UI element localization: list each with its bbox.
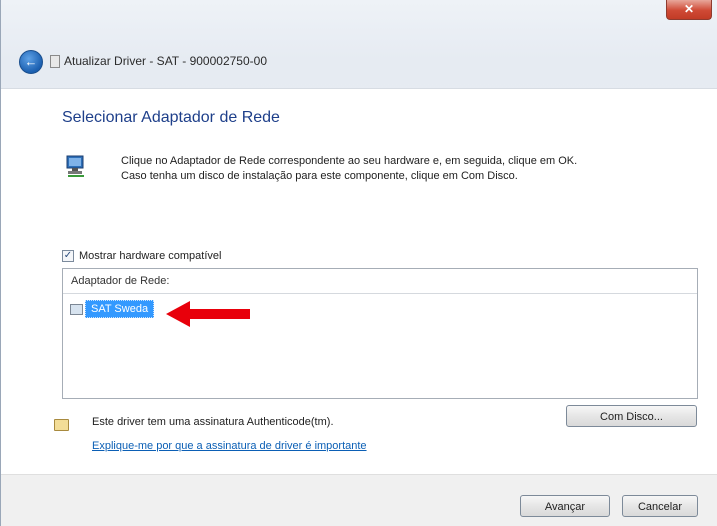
driver-icon [50, 55, 60, 68]
back-button[interactable]: ← [19, 50, 43, 74]
signature-info-link[interactable]: Explique-me por que a assinatura de driv… [92, 440, 367, 452]
page-title: Selecionar Adaptador de Rede [62, 109, 280, 126]
network-adapter-icon [66, 155, 84, 177]
show-compatible-hardware-row[interactable]: ✓ Mostrar hardware compatível [62, 250, 221, 262]
list-item[interactable]: SAT Sweda [70, 300, 155, 318]
annotation-arrow-icon [166, 301, 250, 327]
instructions-text: Clique no Adaptador de Rede corresponden… [121, 154, 577, 184]
dialog-footer: Avançar Cancelar [1, 474, 717, 526]
list-item-label: SAT Sweda [85, 300, 155, 318]
network-adapter-list[interactable]: Adaptador de Rede: SAT Sweda [62, 268, 698, 399]
close-icon: ✕ [683, 2, 695, 16]
cancel-button[interactable]: Cancelar [622, 495, 698, 517]
show-compatible-hardware-label: Mostrar hardware compatível [79, 250, 222, 262]
title-bar: ✕ [1, 0, 717, 28]
have-disk-button[interactable]: Com Disco... [566, 405, 697, 427]
certificate-icon [54, 419, 69, 431]
instructions-line-2: Caso tenha um disco de instalação para e… [121, 170, 518, 182]
network-card-icon [70, 303, 83, 315]
list-header: Adaptador de Rede: [63, 269, 697, 294]
driver-update-dialog: ✕ ← Atualizar Driver - SAT - 900002750-0… [0, 0, 717, 526]
instructions-line-1: Clique no Adaptador de Rede corresponden… [121, 155, 578, 167]
close-button[interactable]: ✕ [666, 0, 712, 20]
signature-status-text: Este driver tem uma assinatura Authentic… [92, 416, 334, 428]
dialog-title: Atualizar Driver - SAT - 900002750-00 [64, 54, 267, 68]
back-arrow-icon: ← [24, 54, 38, 69]
show-compatible-hardware-checkbox[interactable]: ✓ [62, 250, 74, 262]
next-button[interactable]: Avançar [520, 495, 610, 517]
navigation-bar: ← Atualizar Driver - SAT - 900002750-00 [1, 28, 717, 88]
content-area: Selecionar Adaptador de Rede Clique no A… [1, 88, 717, 475]
